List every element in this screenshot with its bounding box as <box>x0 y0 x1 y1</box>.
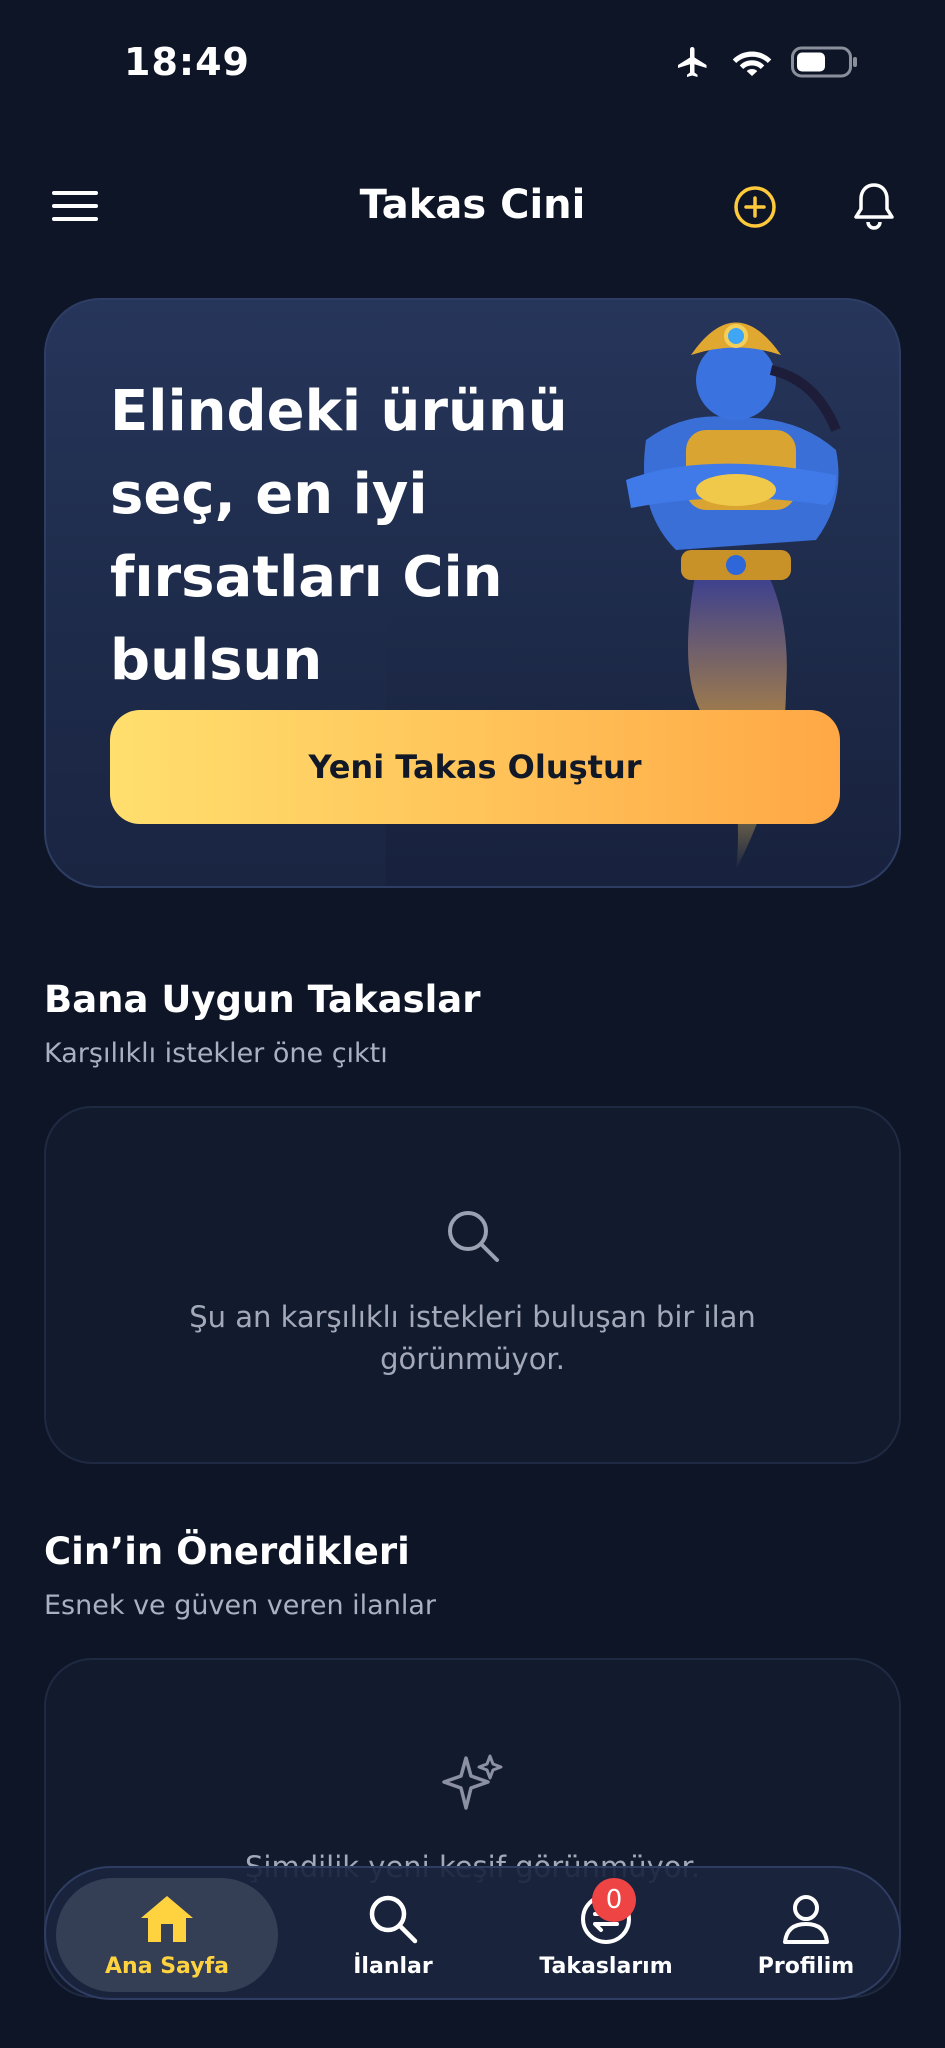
suggestions-section-title: Cin’in Önerdikleri <box>44 1530 410 1573</box>
bottom-navigation: Ana Sayfa İlanlar Takaslarım 0 Profilim <box>44 1866 901 2000</box>
notifications-button[interactable] <box>850 180 898 232</box>
nav-my-trades-label: Takaslarım <box>539 1953 673 1979</box>
user-icon <box>783 1894 829 1944</box>
airplane-icon <box>678 47 707 77</box>
page-title: Takas Cini <box>359 182 586 228</box>
nav-profile-label: Profilim <box>757 1953 855 1979</box>
nav-home-label: Ana Sayfa <box>105 1953 229 1979</box>
nav-home[interactable]: Ana Sayfa <box>56 1878 278 1992</box>
battery-icon <box>791 46 857 78</box>
add-button[interactable] <box>732 184 778 230</box>
nav-profile[interactable]: Profilim <box>726 1878 886 1992</box>
matching-section-title: Bana Uygun Takaslar <box>44 978 481 1021</box>
status-time: 18:49 <box>124 40 250 84</box>
suggestions-section-subtitle: Esnek ve güven veren ilanlar <box>44 1590 436 1621</box>
create-trade-button[interactable]: Yeni Takas Oluştur <box>110 710 840 824</box>
nav-listings[interactable]: İlanlar <box>308 1878 478 1992</box>
trades-count-badge: 0 <box>592 1878 636 1922</box>
matching-empty-text: Şu an karşılıklı istekleri buluşan bir i… <box>189 1300 756 1376</box>
wifi-icon <box>732 51 772 76</box>
search-icon <box>447 1211 499 1262</box>
hero-title: Elindeki ürünü seç, en iyi fırsatları Ci… <box>110 379 568 693</box>
app-header: Takas Cini <box>0 170 945 242</box>
matching-empty-card: Şu an karşılıklı istekleri buluşan bir i… <box>44 1106 901 1464</box>
sparkles-icon <box>441 1754 502 1810</box>
bell-icon <box>854 183 894 230</box>
hero-card: Elindeki ürünü seç, en iyi fırsatları Ci… <box>44 298 901 888</box>
nav-listings-label: İlanlar <box>353 1953 433 1979</box>
search-icon <box>369 1895 418 1943</box>
home-icon <box>141 1895 193 1942</box>
matching-section-subtitle: Karşılıklı istekler öne çıktı <box>44 1038 388 1069</box>
plus-circle-icon <box>734 186 776 228</box>
status-bar: 18:49 <box>0 0 945 130</box>
status-icons <box>673 44 859 80</box>
